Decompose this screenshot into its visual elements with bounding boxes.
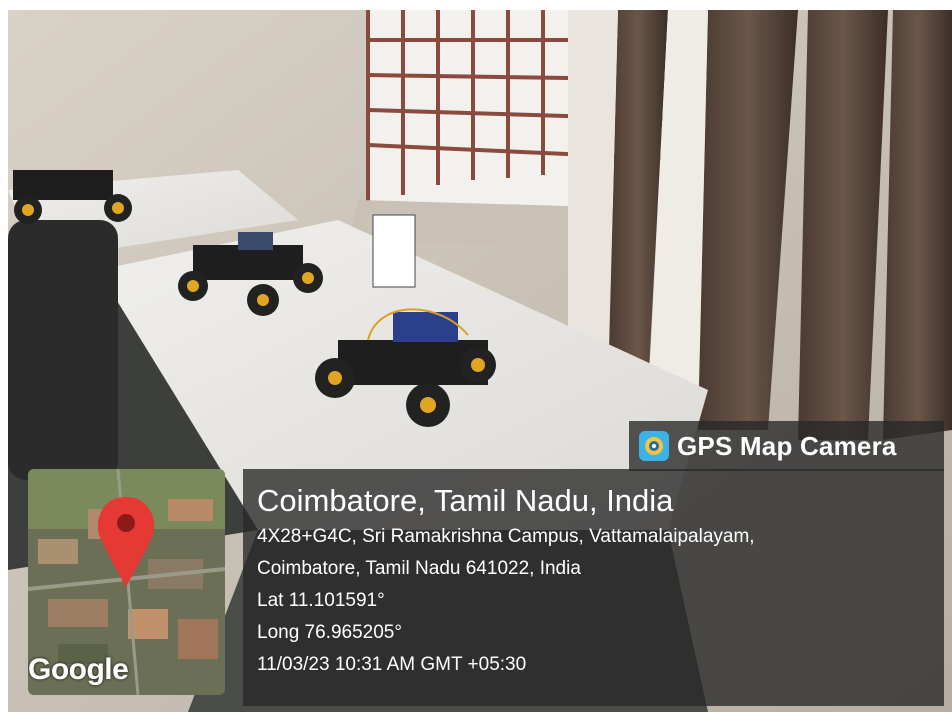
timestamp: 11/03/23 10:31 AM GMT +05:30 — [257, 654, 527, 675]
address-line-2: Coimbatore, Tamil Nadu 641022, India — [257, 558, 581, 579]
location-info-panel: Coimbatore, Tamil Nadu, India 4X28+G4C, … — [243, 469, 944, 706]
app-name: GPS Map Camera — [677, 430, 897, 461]
gps-map-camera-icon — [639, 431, 669, 461]
latitude: Lat 11.101591° — [257, 590, 385, 611]
map-thumbnail: Google — [28, 469, 225, 695]
address-line-1: 4X28+G4C, Sri Ramakrishna Campus, Vattam… — [257, 526, 755, 547]
gps-map-camera-tag: GPS Map Camera — [629, 421, 944, 471]
photo-frame: GPS Map Camera Google Coimbatore, Tamil … — [0, 0, 952, 722]
longitude: Long 76.965205° — [257, 622, 402, 643]
google-logo: Google — [28, 653, 129, 686]
location-title: Coimbatore, Tamil Nadu, India — [257, 483, 674, 518]
